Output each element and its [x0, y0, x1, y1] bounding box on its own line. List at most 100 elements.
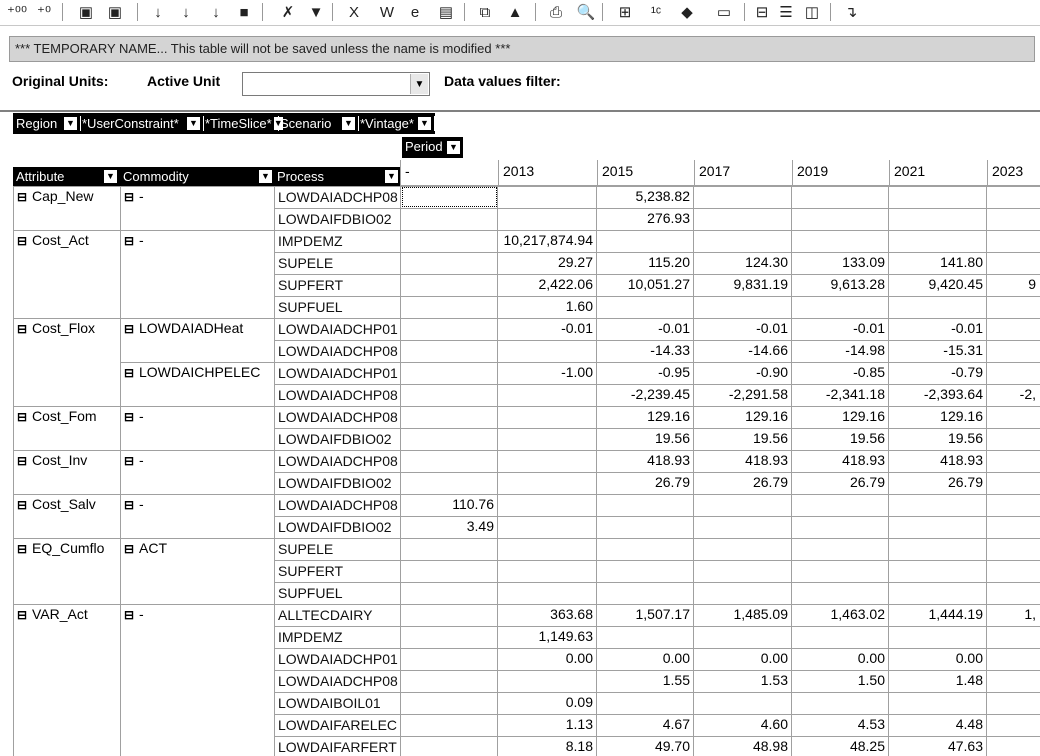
data-cell[interactable]: 0.00 [498, 650, 596, 670]
decimal-increase-icon[interactable]: ⁺⁰⁰ [6, 2, 28, 22]
data-cell[interactable] [987, 738, 1039, 756]
data-cell[interactable]: 418.93 [694, 452, 791, 472]
data-cell[interactable] [498, 496, 596, 516]
data-cell[interactable] [792, 628, 888, 648]
column-header-2015[interactable]: 2015 [597, 160, 694, 186]
filter-icon[interactable]: ▼ [305, 2, 327, 22]
filter-dropdown-icon[interactable]: ▼ [187, 117, 200, 130]
data-cell[interactable] [400, 474, 497, 494]
data-cell[interactable]: 110.76 [400, 496, 497, 516]
data-cell[interactable] [400, 650, 497, 670]
process-cell[interactable]: IMPDEMZ [275, 233, 400, 252]
commodity-cell[interactable]: ⊟ LOWDAICHPELEC [120, 364, 274, 384]
commodity-cell[interactable]: ⊟ - [120, 496, 274, 516]
data-cell[interactable]: 47.63 [889, 738, 986, 756]
data-cell[interactable] [889, 298, 986, 318]
data-cell[interactable]: 0.00 [889, 650, 986, 670]
data-cell[interactable] [889, 540, 986, 560]
decimal-decrease-icon[interactable]: ⁺⁰ [33, 2, 55, 22]
commodity-cell[interactable]: ⊟ - [120, 452, 274, 472]
process-cell[interactable]: LOWDAIADCHP08 [275, 673, 400, 692]
data-cell[interactable]: -1.00 [498, 364, 596, 384]
blank-icon[interactable]: ■ [233, 2, 255, 22]
commodity-cell[interactable]: ⊟ - [120, 408, 274, 428]
data-cell[interactable] [597, 540, 693, 560]
data-cell[interactable] [400, 210, 497, 230]
data-cell[interactable]: 1.55 [597, 672, 693, 692]
data-cell[interactable] [400, 298, 497, 318]
process-cell[interactable]: SUPFERT [275, 563, 400, 582]
column-header-2017[interactable]: 2017 [694, 160, 792, 186]
data-cell[interactable] [792, 232, 888, 252]
split-columns-icon[interactable]: ◫ [801, 2, 823, 22]
data-cell[interactable] [694, 298, 791, 318]
notes-icon[interactable]: ▤ [435, 2, 457, 22]
data-cell[interactable] [400, 320, 497, 340]
data-cell[interactable]: -0.95 [597, 364, 693, 384]
filter-dropdown-icon[interactable]: ▼ [64, 117, 77, 130]
data-cell[interactable] [987, 650, 1039, 670]
data-cell[interactable] [597, 694, 693, 714]
data-cell[interactable] [987, 364, 1039, 384]
attribute-cell[interactable]: ⊟ Cap_New [13, 188, 120, 208]
split-rows-icon[interactable]: ☰ [775, 2, 797, 22]
data-cell[interactable]: 0.09 [498, 694, 596, 714]
process-cell[interactable]: SUPFERT [275, 277, 400, 296]
data-cell[interactable]: 9,420.45 [889, 276, 986, 296]
data-cell[interactable]: 0.00 [694, 650, 791, 670]
data-cell[interactable] [889, 210, 986, 230]
data-cell[interactable]: 5,238.82 [597, 188, 693, 208]
data-cell[interactable] [889, 232, 986, 252]
data-cell[interactable] [400, 408, 497, 428]
data-cell[interactable] [498, 408, 596, 428]
data-cell[interactable]: 1,485.09 [694, 606, 791, 626]
data-cell[interactable] [694, 210, 791, 230]
data-cell[interactable] [400, 738, 497, 756]
data-cell[interactable] [498, 386, 596, 406]
data-cell[interactable] [400, 716, 497, 736]
data-cell[interactable] [889, 694, 986, 714]
collapse-icon[interactable]: ⊟ [124, 542, 137, 556]
pivot-icon[interactable]: ⊞ [614, 2, 636, 22]
collapse-icon[interactable]: ⊟ [17, 454, 30, 468]
data-cell[interactable] [889, 188, 986, 208]
data-cell[interactable]: -0.01 [694, 320, 791, 340]
data-cell[interactable] [498, 452, 596, 472]
data-cell[interactable] [498, 584, 596, 604]
data-cell[interactable]: 1,507.17 [597, 606, 693, 626]
data-cell[interactable] [987, 232, 1039, 252]
data-cell[interactable]: 1.13 [498, 716, 596, 736]
sort-ascending-icon[interactable]: ↓ [147, 2, 169, 22]
split-horizontal-icon[interactable]: ⊟ [751, 2, 773, 22]
data-cell[interactable]: 1.50 [792, 672, 888, 692]
data-cell[interactable] [400, 694, 497, 714]
data-cell[interactable]: 115.20 [597, 254, 693, 274]
data-cell[interactable]: -2,341.18 [792, 386, 888, 406]
data-cell[interactable] [987, 496, 1039, 516]
data-cell[interactable]: 49.70 [597, 738, 693, 756]
layout-icon[interactable]: ▭ [713, 2, 735, 22]
data-cell[interactable] [400, 562, 497, 582]
collapse-icon[interactable]: ⊟ [17, 410, 30, 424]
data-cell[interactable] [792, 518, 888, 538]
data-cell[interactable] [987, 254, 1039, 274]
data-cell[interactable]: 48.25 [792, 738, 888, 756]
data-cell[interactable] [987, 694, 1039, 714]
data-cell[interactable]: 129.16 [792, 408, 888, 428]
commodity-cell[interactable]: ⊟ - [120, 232, 274, 252]
process-cell[interactable]: LOWDAIFDBIO02 [275, 519, 400, 538]
data-cell[interactable]: 2,422.06 [498, 276, 596, 296]
data-cell[interactable]: 4.60 [694, 716, 791, 736]
data-cell[interactable]: 124.30 [694, 254, 791, 274]
filter-field-vintage[interactable]: *Vintage* ▼ [359, 116, 435, 131]
commodity-cell[interactable]: ⊟ - [120, 188, 274, 208]
process-cell[interactable]: LOWDAIFARELEC [275, 717, 400, 736]
data-cell[interactable] [597, 628, 693, 648]
column-header-2013[interactable]: 2013 [498, 160, 597, 186]
chart-icon[interactable]: ▲ [504, 2, 526, 22]
data-cell[interactable]: 9,613.28 [792, 276, 888, 296]
collapse-icon[interactable]: ⊟ [17, 498, 30, 512]
data-cell[interactable] [498, 474, 596, 494]
data-cell[interactable] [400, 430, 497, 450]
data-cell[interactable] [597, 518, 693, 538]
